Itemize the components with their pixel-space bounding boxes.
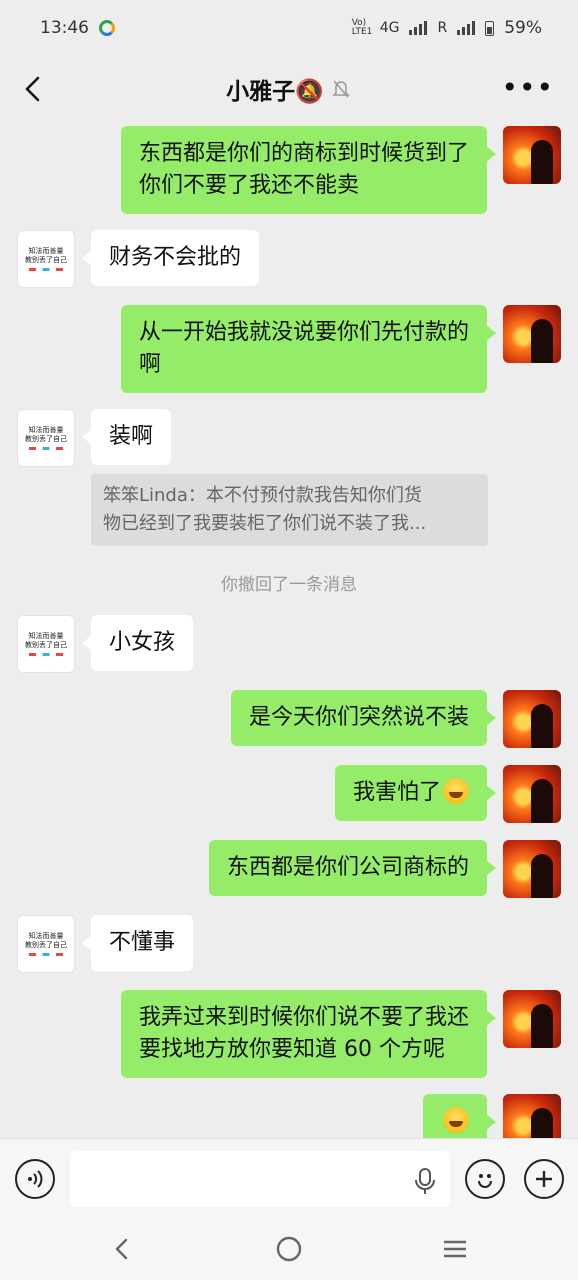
nav-home-icon[interactable] [272,1232,306,1266]
recall-notice: 你撤回了一条消息 [221,575,357,595]
chat-header: 小雅子🔕 ••• [0,56,578,122]
back-chevron-icon[interactable] [18,72,48,106]
my-avatar[interactable] [503,765,561,823]
message-input[interactable] [70,1151,450,1207]
battery-level: 59% [504,18,542,38]
my-avatar[interactable] [503,305,561,363]
contact-avatar[interactable]: 知法而善量 教别丢了自己 [17,915,75,973]
my-message-bubble[interactable] [423,1094,496,1138]
contact-avatar[interactable]: 知法而善量 教别丢了自己 [17,615,75,673]
roaming-indicator: R [437,20,448,36]
my-message-bubble[interactable]: 是今天你们突然说不装 [230,690,497,746]
microphone-icon[interactable] [410,1166,440,1196]
input-bar [0,1138,578,1218]
my-avatar[interactable] [503,690,561,748]
app-notification-icon [99,20,115,36]
status-bar: 13:46 Vo) LTE1 4G R 59% [0,0,578,56]
laugh-cry-emoji-icon [443,778,469,804]
my-message-bubble[interactable]: 东西都是你们的商标到时候货到了 你们不要了我还不能卖 [120,126,497,214]
emoji-icon[interactable] [465,1159,505,1199]
ellipsis-icon[interactable]: ••• [501,74,554,102]
nav-recents-icon[interactable] [438,1232,472,1266]
contact-message-bubble[interactable]: 小女孩 [81,615,194,671]
nav-back-icon[interactable] [105,1232,139,1266]
my-message-bubble[interactable]: 我害怕了 [334,765,497,821]
chat-title: 小雅子🔕 [226,79,324,105]
voice-mode-icon[interactable] [15,1159,55,1199]
my-avatar[interactable] [503,126,561,184]
contact-message-bubble[interactable]: 不懂事 [81,915,194,971]
signal-2-icon [457,21,476,35]
contact-avatar[interactable]: 知法而善量 教别丢了自己 [17,230,75,288]
battery-icon [485,20,495,36]
my-avatar[interactable] [503,1094,561,1138]
quoted-reply[interactable]: 笨笨Linda：本不付预付款我告知你们货 物已经到了我要装柜了你们说不装了我..… [91,474,488,546]
plus-icon[interactable] [524,1159,564,1199]
volte-indicator: Vo) LTE1 [351,18,373,37]
message-list[interactable]: 东西都是你们的商标到时候货到了 你们不要了我还不能卖 知法而善量 教别丢了自己 … [0,122,578,1138]
my-message-bubble[interactable]: 东西都是你们公司商标的 [208,840,497,896]
contact-avatar[interactable]: 知法而善量 教别丢了自己 [17,409,75,467]
network-type: 4G [379,20,400,36]
my-avatar[interactable] [503,990,561,1048]
contact-message-bubble[interactable]: 装啊 [81,409,172,465]
signal-icon [409,21,428,35]
my-avatar[interactable] [503,840,561,898]
bell-off-icon [332,80,350,98]
status-time: 13:46 [40,18,89,38]
system-nav-bar [0,1218,578,1280]
contact-message-bubble[interactable]: 财务不会批的 [81,230,260,286]
my-message-bubble[interactable]: 从一开始我就没说要你们先付款的 啊 [120,305,497,393]
my-message-bubble[interactable]: 我弄过来到时候你们说不要了我还 要找地方放你要知道 60 个方呢 [120,990,497,1078]
laugh-cry-emoji-icon [443,1107,469,1133]
